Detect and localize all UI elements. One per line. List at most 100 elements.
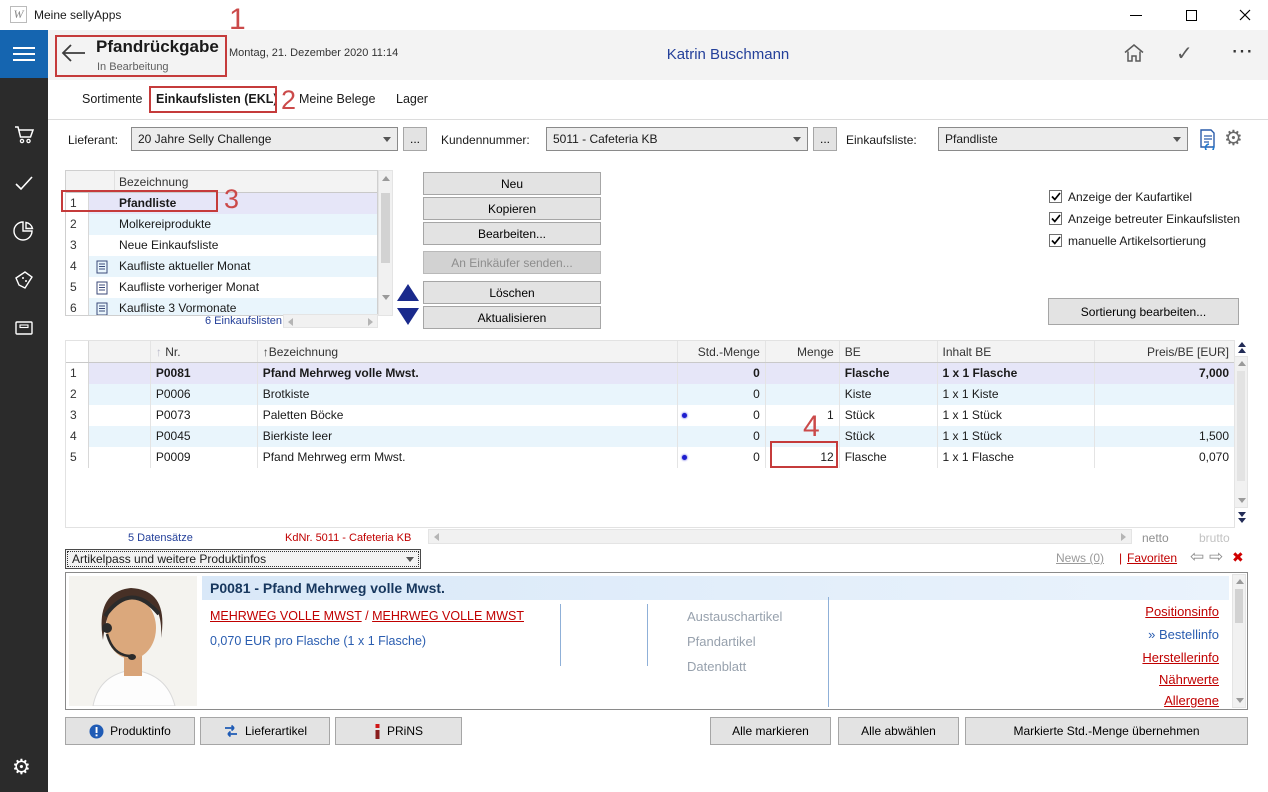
menge-cell[interactable]: 1 bbox=[766, 405, 840, 426]
checkbox-anzeige-kaufartikel[interactable] bbox=[1049, 190, 1062, 203]
bearbeiten-button[interactable]: Bearbeiten... bbox=[423, 222, 601, 245]
col-be[interactable]: BE bbox=[840, 341, 938, 362]
menge-cell[interactable] bbox=[766, 426, 840, 447]
checkbox-label[interactable]: Anzeige betreuter Einkaufslisten bbox=[1068, 212, 1240, 226]
positionsinfo-link[interactable]: Positionsinfo bbox=[1145, 604, 1219, 619]
product-panel-scrollbar[interactable] bbox=[1232, 574, 1246, 708]
netto-toggle[interactable]: netto bbox=[1142, 531, 1169, 545]
checkbox-check-icon bbox=[1051, 192, 1061, 201]
check-task-icon[interactable] bbox=[13, 172, 35, 194]
table-row[interactable]: 1 P0081 Pfand Mehrweg volle Mwst. 0 Flas… bbox=[66, 363, 1234, 384]
close-button[interactable] bbox=[1222, 0, 1268, 30]
settings-gear-icon[interactable]: ⚙ bbox=[12, 755, 31, 780]
scroll-to-bottom-button[interactable] bbox=[1238, 512, 1246, 523]
lieferant-more-button[interactable]: ... bbox=[403, 127, 427, 151]
austauschartikel-item[interactable]: Austauschartikel bbox=[687, 609, 782, 624]
back-arrow-button[interactable] bbox=[58, 41, 88, 65]
einkaufsliste-select[interactable]: Pfandliste bbox=[938, 127, 1188, 151]
confirm-check-icon[interactable]: ✓ bbox=[1176, 41, 1193, 66]
list-item[interactable]: 2 Molkereiprodukte bbox=[66, 214, 377, 235]
tab-lager[interactable]: Lager bbox=[396, 92, 428, 106]
news-link[interactable]: News (0) bbox=[1056, 551, 1104, 565]
herstellerinfo-link[interactable]: Herstellerinfo bbox=[1142, 650, 1219, 665]
produktinfo-button[interactable]: Produktinfo bbox=[65, 717, 195, 745]
checkbox-artikelsortierung[interactable] bbox=[1049, 234, 1062, 247]
prev-arrow-icon[interactable]: ⇦ bbox=[1190, 547, 1204, 567]
table-row[interactable]: 4 P0045 Bierkiste leer 0 Stück 1 x 1 Stü… bbox=[66, 426, 1234, 447]
col-nr[interactable]: ↑ Nr. bbox=[151, 341, 258, 362]
table-horizontal-scrollbar[interactable] bbox=[428, 529, 1132, 544]
category-link[interactable]: MEHRWEG VOLLE MWST bbox=[210, 609, 362, 623]
favoriten-link[interactable]: Favoriten bbox=[1127, 551, 1177, 565]
kundennummer-more-button[interactable]: ... bbox=[813, 127, 837, 151]
allergene-link[interactable]: Allergene bbox=[1164, 693, 1219, 708]
col-inhalt-be[interactable]: Inhalt BE bbox=[938, 341, 1096, 362]
minimize-icon bbox=[1130, 15, 1142, 16]
home-icon[interactable] bbox=[1122, 42, 1146, 64]
list-settings-gear-icon[interactable]: ⚙ bbox=[1224, 126, 1243, 151]
aktualisieren-button[interactable]: Aktualisieren bbox=[423, 306, 601, 329]
std-menge-uebernehmen-button[interactable]: Markierte Std.-Menge übernehmen bbox=[965, 717, 1248, 745]
alle-abwaehlen-button[interactable]: Alle abwählen bbox=[838, 717, 959, 745]
register-book-icon[interactable] bbox=[13, 317, 35, 339]
prins-button[interactable]: PRiNS bbox=[335, 717, 462, 745]
tab-meine-belege[interactable]: Meine Belege bbox=[299, 92, 375, 106]
list-item[interactable]: 5 Kaufliste vorheriger Monat bbox=[66, 277, 377, 298]
list-item[interactable]: 4 Kaufliste aktueller Monat bbox=[66, 256, 377, 277]
checkbox-label[interactable]: Anzeige der Kaufartikel bbox=[1068, 190, 1192, 204]
lieferant-value: 20 Jahre Selly Challenge bbox=[138, 132, 271, 146]
new-list-icon[interactable] bbox=[1196, 128, 1218, 150]
bestellinfo-link[interactable]: » Bestellinfo bbox=[1148, 627, 1219, 642]
more-options-icon[interactable]: ⋯ bbox=[1231, 38, 1253, 64]
cart-icon[interactable] bbox=[13, 123, 35, 145]
table-row[interactable]: 2 P0006 Brotkiste 0 Kiste 1 x 1 Kiste bbox=[66, 384, 1234, 405]
neu-button[interactable]: Neu bbox=[423, 172, 601, 195]
list-horizontal-scrollbar[interactable] bbox=[283, 314, 378, 328]
naehrwerte-link[interactable]: Nährwerte bbox=[1159, 672, 1219, 687]
table-row[interactable]: 5 P0009 Pfand Mehrweg erm Mwst. 0 12 Fla… bbox=[66, 447, 1234, 468]
col-preis[interactable]: Preis/BE [EUR] bbox=[1095, 341, 1234, 362]
lieferant-label: Lieferant: bbox=[68, 133, 118, 147]
maximize-button[interactable] bbox=[1168, 0, 1214, 30]
product-price: 0,070 EUR pro Flasche (1 x 1 Flasche) bbox=[210, 634, 426, 648]
menge-cell[interactable]: 12 bbox=[766, 447, 840, 468]
loeschen-button[interactable]: Löschen bbox=[423, 281, 601, 304]
move-up-arrow-button[interactable] bbox=[397, 284, 419, 301]
datenblatt-item[interactable]: Datenblatt bbox=[687, 659, 746, 674]
col-menge[interactable]: Menge bbox=[766, 341, 840, 362]
list-item[interactable]: 1 Pfandliste bbox=[66, 193, 377, 214]
kundennummer-select[interactable]: 5011 - Cafeteria KB bbox=[546, 127, 808, 151]
list-vertical-scrollbar[interactable] bbox=[378, 170, 393, 316]
kopieren-button[interactable]: Kopieren bbox=[423, 197, 601, 220]
scroll-to-top-button[interactable] bbox=[1238, 342, 1246, 353]
menge-cell[interactable] bbox=[766, 363, 840, 384]
tab-sortimente[interactable]: Sortimente bbox=[82, 92, 142, 106]
col-bezeichnung[interactable]: Bezeichnung bbox=[115, 171, 188, 192]
next-arrow-icon[interactable]: ⇨ bbox=[1209, 547, 1223, 567]
close-info-icon[interactable]: ✖ bbox=[1232, 549, 1244, 566]
annotation-number-2: 2 bbox=[281, 85, 296, 116]
lieferartikel-button[interactable]: Lieferartikel bbox=[200, 717, 330, 745]
sort-icon: ↑ bbox=[156, 345, 162, 359]
move-down-arrow-button[interactable] bbox=[397, 308, 419, 325]
minimize-button[interactable] bbox=[1113, 0, 1159, 30]
pie-chart-icon[interactable] bbox=[13, 220, 35, 242]
sortierung-bearbeiten-button[interactable]: Sortierung bearbeiten... bbox=[1048, 298, 1239, 325]
table-row[interactable]: 3 P0073 Paletten Böcke 0 1 Stück 1 x 1 S… bbox=[66, 405, 1234, 426]
brutto-toggle[interactable]: brutto bbox=[1199, 531, 1230, 545]
menge-cell[interactable] bbox=[766, 384, 840, 405]
hamburger-menu-button[interactable] bbox=[0, 30, 48, 78]
checkbox-betreute-einkaufslisten[interactable] bbox=[1049, 212, 1062, 225]
col-std-menge[interactable]: Std.-Menge bbox=[692, 341, 766, 362]
alle-markieren-button[interactable]: Alle markieren bbox=[710, 717, 831, 745]
produktinfo-select[interactable]: Artikelpass und weitere Produktinfos bbox=[65, 549, 421, 569]
category-link[interactable]: MEHRWEG VOLLE MWST bbox=[372, 609, 524, 623]
price-tag-icon[interactable] bbox=[13, 269, 35, 291]
tab-einkaufslisten[interactable]: Einkaufslisten (EKL) bbox=[156, 92, 278, 106]
checkbox-label[interactable]: manuelle Artikelsortierung bbox=[1068, 234, 1206, 248]
col-bezeichnung[interactable]: ↑Bezeichnung bbox=[258, 341, 678, 362]
pfandartikel-item[interactable]: Pfandartikel bbox=[687, 634, 756, 649]
list-item[interactable]: 3 Neue Einkaufsliste bbox=[66, 235, 377, 256]
lieferant-select[interactable]: 20 Jahre Selly Challenge bbox=[131, 127, 398, 151]
table-vertical-scrollbar[interactable] bbox=[1234, 356, 1248, 508]
